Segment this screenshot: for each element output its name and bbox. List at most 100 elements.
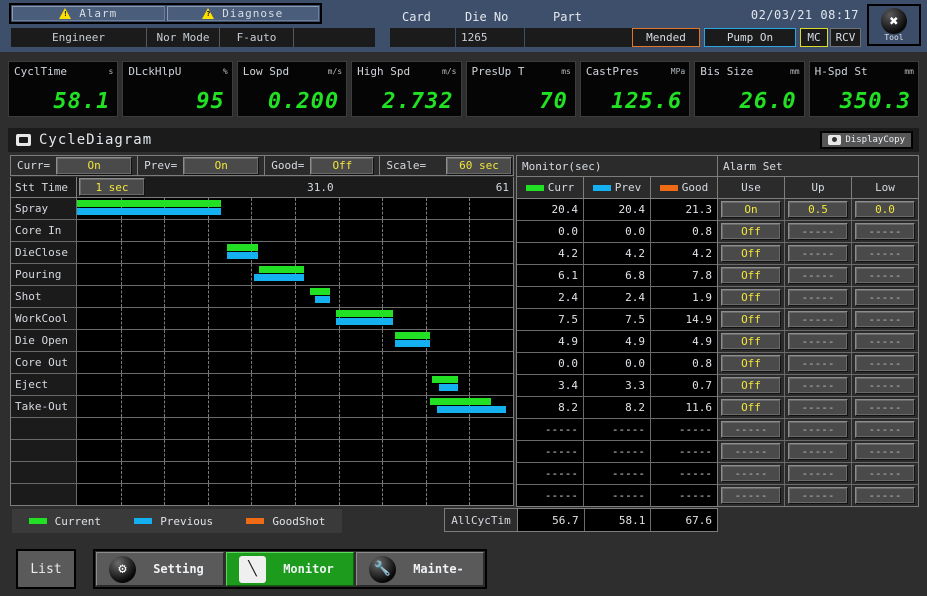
alarm-low-button[interactable]: ----- xyxy=(855,421,915,438)
alarm-low-button[interactable]: ----- xyxy=(855,333,915,350)
alarm-low-button[interactable]: ----- xyxy=(855,465,915,482)
nav-monitor-button[interactable]: ╲ Monitor xyxy=(226,552,354,586)
stt-time-selector[interactable]: 1 sec xyxy=(79,178,145,196)
monitor-cell-prev: 3.3 xyxy=(584,375,651,396)
alarm-low-button[interactable]: ----- xyxy=(855,487,915,504)
nav-mainte-button[interactable]: 🔧 Mainte- xyxy=(356,552,484,586)
alarm-low-button[interactable]: ----- xyxy=(855,267,915,284)
display-copy-button[interactable]: DisplayCopy xyxy=(820,131,913,149)
alarm-low-button[interactable]: ----- xyxy=(855,245,915,262)
table-row[interactable] xyxy=(11,484,513,505)
alarm-use-button[interactable]: On xyxy=(721,201,781,218)
table-row[interactable]: Pouring xyxy=(11,264,513,286)
alarm-up-button[interactable]: ----- xyxy=(788,245,848,262)
mended-status-badge[interactable]: Mended xyxy=(632,28,700,47)
mc-status-badge[interactable]: MC xyxy=(800,28,828,47)
alarm-cell-low: ----- xyxy=(852,485,918,506)
gantt-row-track xyxy=(77,440,513,461)
meter-cycltime[interactable]: CyclTime s 58.1 xyxy=(8,61,119,117)
table-row[interactable] xyxy=(11,462,513,484)
meter-low-spd[interactable]: Low Spd m/s 0.200 xyxy=(236,61,348,117)
table-row[interactable] xyxy=(11,418,513,440)
alarm-up-button[interactable]: ----- xyxy=(788,267,848,284)
alarm-use-button[interactable]: Off xyxy=(721,399,781,416)
nav-setting-button[interactable]: ⚙ Setting xyxy=(96,552,224,586)
meter-unit: m/s xyxy=(327,67,343,76)
alarm-use-button[interactable]: Off xyxy=(721,289,781,306)
alarm-use-button[interactable]: ----- xyxy=(721,465,781,482)
meter-label: H-Spd St xyxy=(814,65,868,78)
table-row[interactable]: Die Open xyxy=(11,330,513,352)
alarm-up-button[interactable]: ----- xyxy=(788,289,848,306)
alarm-use-button[interactable]: Off xyxy=(721,377,781,394)
meter-presup-t[interactable]: PresUp T ms 70 xyxy=(465,61,576,117)
alarm-low-button[interactable]: ----- xyxy=(855,443,915,460)
alarm-low-button[interactable]: ----- xyxy=(855,311,915,328)
pump-status-badge[interactable]: Pump On xyxy=(704,28,796,47)
table-row[interactable]: Eject xyxy=(11,374,513,396)
rcv-status-badge[interactable]: RCV xyxy=(830,28,861,47)
alarm-use-button[interactable]: Off xyxy=(721,311,781,328)
diagnose-button[interactable]: Diagnose xyxy=(166,6,319,21)
table-row[interactable]: Spray xyxy=(11,198,513,220)
time-axis-row: Stt Time 1 sec 31.0 61 xyxy=(11,177,513,198)
table-row[interactable]: WorkCool xyxy=(11,308,513,330)
dieno-field[interactable]: 1265 xyxy=(456,28,524,47)
gantt-gridline xyxy=(338,264,340,285)
meter-castpres[interactable]: CastPres MPa 125.6 xyxy=(579,61,691,117)
alarm-up-button[interactable]: ----- xyxy=(788,355,848,372)
list-button[interactable]: List xyxy=(16,549,76,589)
alarm-use-button[interactable]: ----- xyxy=(721,421,781,438)
alarm-low-button[interactable]: ----- xyxy=(855,377,915,394)
legend-previous-swatch-icon xyxy=(134,518,153,524)
table-row[interactable]: Take-Out xyxy=(11,396,513,418)
alarm-use-button[interactable]: Off xyxy=(721,333,781,350)
table-row[interactable]: DieClose xyxy=(11,242,513,264)
card-field[interactable] xyxy=(390,28,455,47)
alarm-button[interactable]: Alarm xyxy=(12,6,165,21)
alarm-col-use: Use xyxy=(718,177,785,198)
alarm-up-button[interactable]: ----- xyxy=(788,465,848,482)
curr-toggle[interactable]: On xyxy=(56,156,133,175)
alarm-use-button[interactable]: Off xyxy=(721,355,781,372)
alarm-low-button[interactable]: ----- xyxy=(855,223,915,240)
alarm-up-button[interactable]: ----- xyxy=(788,443,848,460)
gantt-gridline xyxy=(382,286,384,307)
tool-button[interactable]: ✖ Tool xyxy=(867,4,921,46)
alarm-up-button[interactable]: ----- xyxy=(788,333,848,350)
meter-high-spd[interactable]: High Spd m/s 2.732 xyxy=(351,61,462,117)
display-copy-label: DisplayCopy xyxy=(845,135,905,145)
part-field[interactable] xyxy=(525,28,632,47)
alarm-up-button[interactable]: ----- xyxy=(788,311,848,328)
alarm-low-button[interactable]: ----- xyxy=(855,289,915,306)
alarm-up-button[interactable]: ----- xyxy=(788,487,848,504)
table-row[interactable] xyxy=(11,440,513,462)
alarm-low-button[interactable]: ----- xyxy=(855,355,915,372)
alarm-low-button[interactable]: ----- xyxy=(855,399,915,416)
alarm-use-button[interactable]: ----- xyxy=(721,443,781,460)
table-row: ----- ----- ----- xyxy=(718,463,918,485)
monitor-cell-good: 4.9 xyxy=(651,331,717,352)
meter-h-spd-st[interactable]: H-Spd St mm 350.3 xyxy=(808,61,919,117)
gantt-gridline xyxy=(469,308,471,329)
scale-selector[interactable]: 60 sec xyxy=(446,156,512,175)
prev-toggle[interactable]: On xyxy=(183,156,260,175)
alarm-up-button[interactable]: 0.5 xyxy=(788,201,848,218)
alarm-up-button[interactable]: ----- xyxy=(788,421,848,438)
alarm-up-button[interactable]: ----- xyxy=(788,377,848,394)
good-toggle[interactable]: Off xyxy=(310,156,375,175)
meter-dlckhlpu[interactable]: DLckHlpU% 95 xyxy=(122,61,233,117)
all-cycle-time-prev: 58.1 xyxy=(584,509,652,531)
table-row[interactable]: Core In xyxy=(11,220,513,242)
alarm-low-button[interactable]: 0.0 xyxy=(855,201,915,218)
alarm-use-button[interactable]: Off xyxy=(721,267,781,284)
table-row[interactable]: Core Out xyxy=(11,352,513,374)
meter-bis-size[interactable]: Bis Size mm 26.0 xyxy=(694,61,805,117)
gantt-gridline xyxy=(338,462,340,483)
alarm-use-button[interactable]: Off xyxy=(721,245,781,262)
alarm-use-button[interactable]: ----- xyxy=(721,487,781,504)
alarm-use-button[interactable]: Off xyxy=(721,223,781,240)
alarm-up-button[interactable]: ----- xyxy=(788,223,848,240)
table-row[interactable]: Shot xyxy=(11,286,513,308)
alarm-up-button[interactable]: ----- xyxy=(788,399,848,416)
